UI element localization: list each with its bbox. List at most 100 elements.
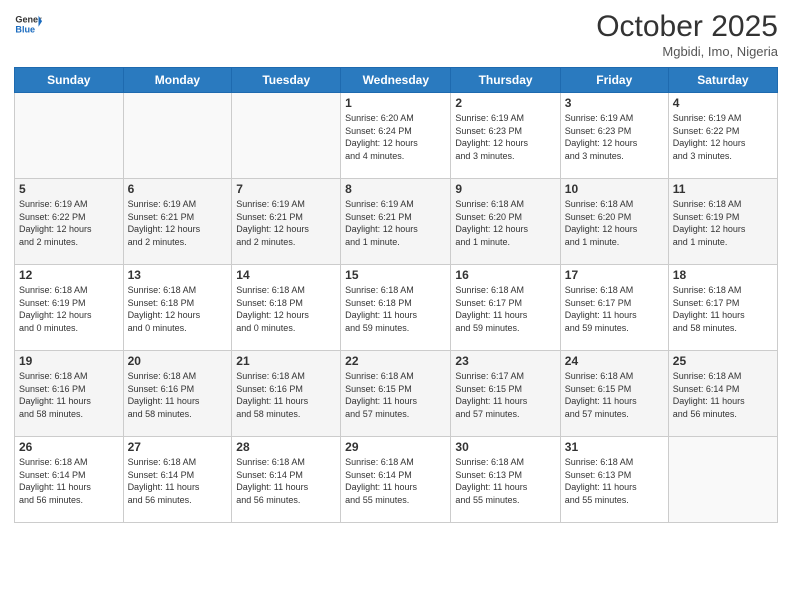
day-number: 31 (565, 440, 664, 454)
day-cell: 13Sunrise: 6:18 AM Sunset: 6:18 PM Dayli… (123, 265, 232, 351)
day-number: 26 (19, 440, 119, 454)
day-cell: 5 Sunrise: 6:19 AM Sunset: 6:22 PM Daylig… (15, 179, 124, 265)
day-info: Sunrise: 6:17 AM Sunset: 6:15 PM Dayligh… (455, 370, 555, 420)
day-info: Sunrise: 6:18 AM Sunset: 6:16 PM Dayligh… (236, 370, 336, 420)
day-number: 14 (236, 268, 336, 282)
day-info: Sunrise: 6:18 AM Sunset: 6:18 PM Dayligh… (236, 284, 336, 334)
logo: General Blue (14, 10, 42, 38)
day-cell: 28 Sunrise: 6:18 AM Sunset: 6:14 PM Dayli… (232, 437, 341, 523)
day-info: Sunrise: 6:18 AM Sunset: 6:15 PM Dayligh… (345, 370, 446, 420)
day-cell: 8Sunrise: 6:19 AM Sunset: 6:21 PM Daylig… (341, 179, 451, 265)
week-row-4: 19 Sunrise: 6:18 AM Sunset: 6:16 PM Dayli… (15, 351, 778, 437)
day-info: Sunrise: 6:18 AM Sunset: 6:18 PM Dayligh… (345, 284, 446, 334)
day-info: Sunrise: 6:19 AM Sunset: 6:21 PM Dayligh… (236, 198, 336, 248)
day-info: Sunrise: 6:18 AM Sunset: 6:20 PM Dayligh… (565, 198, 664, 248)
day-cell: 1Sunrise: 6:20 AM Sunset: 6:24 PM Daylig… (341, 93, 451, 179)
day-info: Sunrise: 6:18 AM Sunset: 6:17 PM Dayligh… (565, 284, 664, 334)
day-number: 13 (128, 268, 228, 282)
svg-text:Blue: Blue (15, 24, 35, 34)
day-cell: 16Sunrise: 6:18 AM Sunset: 6:17 PM Dayli… (451, 265, 560, 351)
day-info: Sunrise: 6:18 AM Sunset: 6:14 PM Dayligh… (345, 456, 446, 506)
svg-text:General: General (15, 15, 42, 25)
day-number: 11 (673, 182, 773, 196)
week-row-2: 5 Sunrise: 6:19 AM Sunset: 6:22 PM Daylig… (15, 179, 778, 265)
day-cell: 29Sunrise: 6:18 AM Sunset: 6:14 PM Dayli… (341, 437, 451, 523)
day-number: 3 (565, 96, 664, 110)
day-cell: 20Sunrise: 6:18 AM Sunset: 6:16 PM Dayli… (123, 351, 232, 437)
day-cell: 12Sunrise: 6:18 AM Sunset: 6:19 PM Dayli… (15, 265, 124, 351)
day-cell: 10Sunrise: 6:18 AM Sunset: 6:20 PM Dayli… (560, 179, 668, 265)
day-cell: 2 Sunrise: 6:19 AM Sunset: 6:23 PM Daylig… (451, 93, 560, 179)
day-number: 21 (236, 354, 336, 368)
header-thursday: Thursday (451, 68, 560, 93)
month-title: October 2025 (596, 10, 778, 44)
days-header-row: Sunday Monday Tuesday Wednesday Thursday… (15, 68, 778, 93)
title-block: October 2025 Mgbidi, Imo, Nigeria (596, 10, 778, 59)
day-cell: 17 Sunrise: 6:18 AM Sunset: 6:17 PM Dayli… (560, 265, 668, 351)
day-info: Sunrise: 6:18 AM Sunset: 6:14 PM Dayligh… (128, 456, 228, 506)
day-info: Sunrise: 6:18 AM Sunset: 6:13 PM Dayligh… (455, 456, 555, 506)
header-saturday: Saturday (668, 68, 777, 93)
day-info: Sunrise: 6:19 AM Sunset: 6:22 PM Dayligh… (19, 198, 119, 248)
week-row-3: 12Sunrise: 6:18 AM Sunset: 6:19 PM Dayli… (15, 265, 778, 351)
day-cell: 23 Sunrise: 6:17 AM Sunset: 6:15 PM Dayli… (451, 351, 560, 437)
day-cell: 11 Sunrise: 6:18 AM Sunset: 6:19 PM Dayli… (668, 179, 777, 265)
header: General Blue October 2025 Mgbidi, Imo, N… (14, 10, 778, 59)
day-info: Sunrise: 6:18 AM Sunset: 6:13 PM Dayligh… (565, 456, 664, 506)
day-info: Sunrise: 6:18 AM Sunset: 6:19 PM Dayligh… (673, 198, 773, 248)
header-wednesday: Wednesday (341, 68, 451, 93)
day-info: Sunrise: 6:18 AM Sunset: 6:14 PM Dayligh… (236, 456, 336, 506)
logo-icon: General Blue (14, 10, 42, 38)
day-cell: 6Sunrise: 6:19 AM Sunset: 6:21 PM Daylig… (123, 179, 232, 265)
day-cell: 27 Sunrise: 6:18 AM Sunset: 6:14 PM Dayli… (123, 437, 232, 523)
day-number: 27 (128, 440, 228, 454)
day-number: 17 (565, 268, 664, 282)
day-cell: 21 Sunrise: 6:18 AM Sunset: 6:16 PM Dayli… (232, 351, 341, 437)
day-cell: 31 Sunrise: 6:18 AM Sunset: 6:13 PM Dayli… (560, 437, 668, 523)
day-info: Sunrise: 6:19 AM Sunset: 6:23 PM Dayligh… (455, 112, 555, 162)
day-info: Sunrise: 6:18 AM Sunset: 6:15 PM Dayligh… (565, 370, 664, 420)
day-info: Sunrise: 6:20 AM Sunset: 6:24 PM Dayligh… (345, 112, 446, 162)
day-cell: 7 Sunrise: 6:19 AM Sunset: 6:21 PM Daylig… (232, 179, 341, 265)
page: General Blue October 2025 Mgbidi, Imo, N… (0, 0, 792, 612)
day-cell: 24 Sunrise: 6:18 AM Sunset: 6:15 PM Dayli… (560, 351, 668, 437)
header-sunday: Sunday (15, 68, 124, 93)
day-number: 23 (455, 354, 555, 368)
week-row-5: 26 Sunrise: 6:18 AM Sunset: 6:14 PM Dayli… (15, 437, 778, 523)
day-number: 25 (673, 354, 773, 368)
day-cell: 30 Sunrise: 6:18 AM Sunset: 6:13 PM Dayli… (451, 437, 560, 523)
header-friday: Friday (560, 68, 668, 93)
day-number: 5 (19, 182, 119, 196)
day-number: 4 (673, 96, 773, 110)
day-cell: 9Sunrise: 6:18 AM Sunset: 6:20 PM Daylig… (451, 179, 560, 265)
day-info: Sunrise: 6:18 AM Sunset: 6:17 PM Dayligh… (673, 284, 773, 334)
day-number: 20 (128, 354, 228, 368)
day-cell (668, 437, 777, 523)
day-number: 8 (345, 182, 446, 196)
day-cell: 3 Sunrise: 6:19 AM Sunset: 6:23 PM Daylig… (560, 93, 668, 179)
day-number: 2 (455, 96, 555, 110)
day-cell: 15 Sunrise: 6:18 AM Sunset: 6:18 PM Dayli… (341, 265, 451, 351)
day-cell: 25 Sunrise: 6:18 AM Sunset: 6:14 PM Dayli… (668, 351, 777, 437)
day-number: 7 (236, 182, 336, 196)
day-number: 12 (19, 268, 119, 282)
day-cell: 4Sunrise: 6:19 AM Sunset: 6:22 PM Daylig… (668, 93, 777, 179)
location: Mgbidi, Imo, Nigeria (596, 44, 778, 59)
day-number: 24 (565, 354, 664, 368)
day-number: 9 (455, 182, 555, 196)
day-info: Sunrise: 6:18 AM Sunset: 6:14 PM Dayligh… (19, 456, 119, 506)
day-info: Sunrise: 6:19 AM Sunset: 6:21 PM Dayligh… (128, 198, 228, 248)
day-cell: 26 Sunrise: 6:18 AM Sunset: 6:14 PM Dayli… (15, 437, 124, 523)
day-info: Sunrise: 6:18 AM Sunset: 6:17 PM Dayligh… (455, 284, 555, 334)
day-cell: 22Sunrise: 6:18 AM Sunset: 6:15 PM Dayli… (341, 351, 451, 437)
calendar: Sunday Monday Tuesday Wednesday Thursday… (14, 67, 778, 523)
header-tuesday: Tuesday (232, 68, 341, 93)
day-cell: 14 Sunrise: 6:18 AM Sunset: 6:18 PM Dayli… (232, 265, 341, 351)
day-number: 28 (236, 440, 336, 454)
day-number: 19 (19, 354, 119, 368)
day-cell: 19Sunrise: 6:18 AM Sunset: 6:16 PM Dayli… (15, 351, 124, 437)
day-number: 15 (345, 268, 446, 282)
day-number: 30 (455, 440, 555, 454)
day-info: Sunrise: 6:18 AM Sunset: 6:14 PM Dayligh… (673, 370, 773, 420)
day-info: Sunrise: 6:19 AM Sunset: 6:23 PM Dayligh… (565, 112, 664, 162)
